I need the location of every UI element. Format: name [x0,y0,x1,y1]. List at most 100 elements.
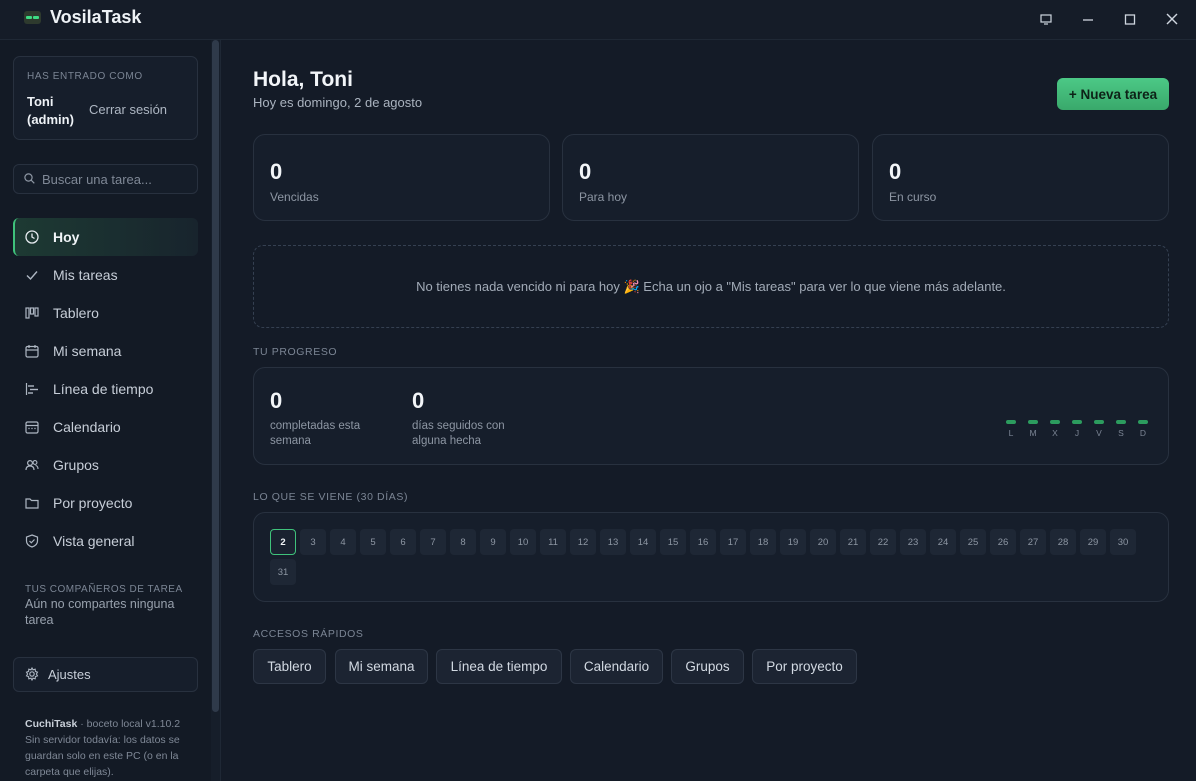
sidebar-item-calendario[interactable]: Calendario [13,408,198,446]
day-cell[interactable]: 3 [300,529,326,555]
sidebar-scrollbar[interactable] [211,40,220,781]
week-day: S [1116,420,1126,438]
page-title: Hola, Toni [253,68,353,91]
quick-link-mi-semana[interactable]: Mi semana [335,649,428,684]
sidebar-item-vista-general[interactable]: Vista general [13,522,198,560]
day-cell[interactable]: 31 [270,559,296,585]
day-cell[interactable]: 30 [1110,529,1136,555]
maximize-icon[interactable] [1118,8,1142,30]
day-cell[interactable]: 11 [540,529,566,555]
new-task-button[interactable]: + Nueva tarea [1057,78,1169,110]
search-input[interactable] [42,165,192,193]
weekly-activity: LMXJVSD [1006,420,1153,442]
quick-link-calendario[interactable]: Calendario [570,649,663,684]
stat-label: En curso [889,190,937,204]
day-cell[interactable]: 13 [600,529,626,555]
quick-access-caption: ACCESOS RÁPIDOS [253,628,364,640]
day-cell[interactable]: 14 [630,529,656,555]
quick-link-linea-de-tiempo[interactable]: Línea de tiempo [436,649,562,684]
sidebar-item-linea-de-tiempo[interactable]: Línea de tiempo [13,370,198,408]
sidebar: HAS ENTRADO COMO Toni (admin) Cerrar ses… [0,40,221,781]
sidebar-item-mis-tareas[interactable]: Mis tareas [13,256,198,294]
shield-icon [25,534,39,548]
logout-button[interactable]: Cerrar sesión [89,102,167,117]
stat-value: 0 [270,159,283,184]
day-cell[interactable]: 25 [960,529,986,555]
sidebar-item-label: Grupos [53,457,99,473]
close-icon[interactable] [1160,8,1184,30]
day-cell[interactable]: 6 [390,529,416,555]
day-cell[interactable]: 8 [450,529,476,555]
day-cell[interactable]: 24 [930,529,956,555]
week-day-bar [1028,420,1038,424]
stat-label: Para hoy [579,190,628,204]
minimize-icon[interactable] [1076,8,1100,30]
day-cell[interactable]: 26 [990,529,1016,555]
day-cell[interactable]: 17 [720,529,746,555]
day-cell[interactable]: 19 [780,529,806,555]
app-footer: CuchiTask · boceto local v1.10.2 Sin ser… [25,716,195,780]
user-caption: HAS ENTRADO COMO [27,71,143,82]
user-card: HAS ENTRADO COMO Toni (admin) Cerrar ses… [13,56,198,140]
quick-link-por-proyecto[interactable]: Por proyecto [752,649,857,684]
main-content: Hola, Toni Hoy es domingo, 2 de agosto +… [221,40,1196,781]
day-cell[interactable]: 22 [870,529,896,555]
day-cell[interactable]: 4 [330,529,356,555]
sidebar-item-por-proyecto[interactable]: Por proyecto [13,484,198,522]
quick-link-tablero[interactable]: Tablero [253,649,326,684]
day-cell[interactable]: 15 [660,529,686,555]
day-cell[interactable]: 18 [750,529,776,555]
sidebar-item-hoy[interactable]: Hoy [13,218,198,256]
day-cell[interactable]: 29 [1080,529,1106,555]
streak-label: días seguidos con alguna hecha [412,420,505,447]
week-day-bar [1138,420,1148,424]
streak-value: 0 [412,388,425,413]
week-day-bar [1094,420,1104,424]
upcoming-caption: LO QUE SE VIENE (30 DÍAS) [253,491,409,503]
app-logo-icon [24,11,41,24]
footer-note: Sin servidor todavía: los datos se guard… [25,734,180,778]
day-cell[interactable]: 20 [810,529,836,555]
search-box[interactable] [13,164,198,194]
day-cell[interactable]: 21 [840,529,866,555]
day-cell-today[interactable]: 2 [270,529,296,555]
week-day-label: V [1096,428,1102,438]
day-cell[interactable]: 12 [570,529,596,555]
sidebar-nav: Hoy Mis tareas Tablero Mi semana Línea d… [13,218,198,560]
sidebar-item-label: Tablero [53,305,99,321]
quick-link-grupos[interactable]: Grupos [671,649,744,684]
day-cell[interactable]: 9 [480,529,506,555]
sidebar-item-label: Calendario [53,419,121,435]
week-day: L [1006,420,1016,438]
week-day-bar [1072,420,1082,424]
progress-caption: TU PROGRESO [253,346,338,358]
day-cell[interactable]: 7 [420,529,446,555]
stat-card-overdue[interactable]: 0 Vencidas [253,134,550,221]
week-day: D [1138,420,1148,438]
day-cell[interactable]: 10 [510,529,536,555]
sidebar-item-label: Por proyecto [53,495,133,511]
day-cell[interactable]: 27 [1020,529,1046,555]
sidebar-item-mi-semana[interactable]: Mi semana [13,332,198,370]
board-icon [25,307,39,319]
footer-brand: CuchiTask [25,718,78,730]
week-day-bar [1116,420,1126,424]
day-cell[interactable]: 23 [900,529,926,555]
current-date: Hoy es domingo, 2 de agosto [253,95,423,110]
sidebar-item-tablero[interactable]: Tablero [13,294,198,332]
settings-button[interactable]: Ajustes [13,657,198,692]
day-cell[interactable]: 16 [690,529,716,555]
users-icon [25,459,39,471]
day-cell[interactable]: 28 [1050,529,1076,555]
stat-card-in-progress[interactable]: 0 En curso [872,134,1169,221]
stat-card-today[interactable]: 0 Para hoy [562,134,859,221]
week-day-label: L [1008,428,1014,438]
cast-window-icon[interactable] [1034,8,1058,30]
week-day-bar [1006,420,1016,424]
sidebar-item-label: Vista general [53,533,135,549]
sidebar-item-grupos[interactable]: Grupos [13,446,198,484]
day-cell[interactable]: 5 [360,529,386,555]
completed-value: 0 [270,388,283,413]
week-day-label: S [1118,428,1124,438]
scrollbar-thumb[interactable] [212,40,219,712]
